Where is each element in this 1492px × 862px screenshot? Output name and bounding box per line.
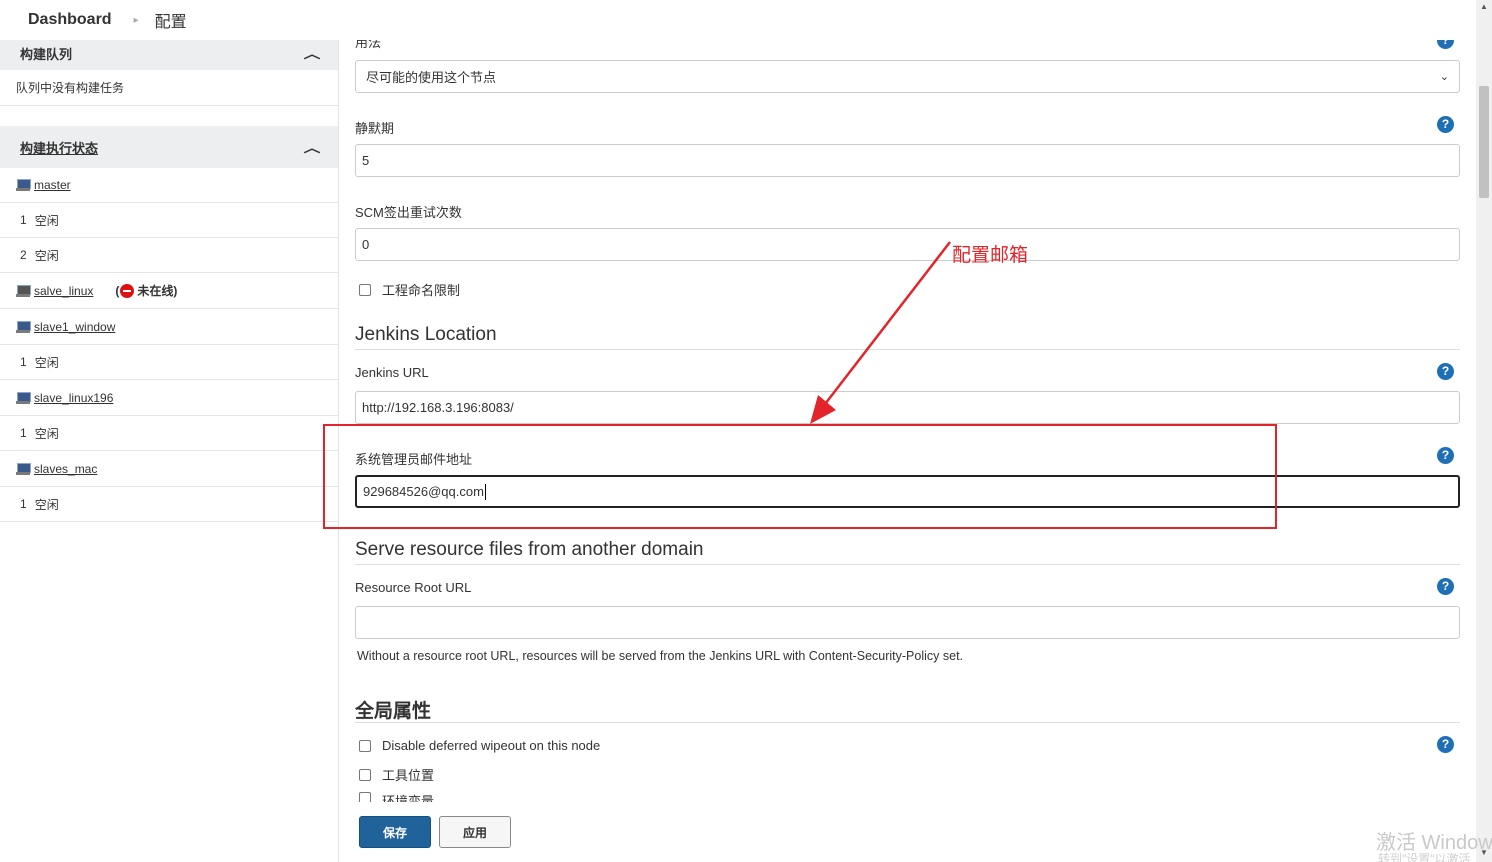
executor-status-header[interactable]: 构建执行状态 ︿: [0, 126, 338, 168]
quiet-period-label: 静默期: [355, 121, 395, 136]
page-scrollbar[interactable]: ▲ ▼: [1476, 0, 1492, 862]
node-link-slave1-window[interactable]: slave1_window: [34, 320, 115, 334]
disable-deferred-wipeout-checkbox[interactable]: Disable deferred wipeout on this node: [359, 738, 600, 753]
help-icon[interactable]: ?: [1437, 116, 1454, 133]
computer-icon: [16, 320, 31, 333]
executor-status: 空闲: [34, 355, 59, 370]
offline-text: 未在线): [137, 284, 178, 298]
usage-select-value: 尽可能的使用这个节点: [366, 70, 497, 85]
save-button[interactable]: 保存: [359, 816, 431, 848]
resource-root-url-input[interactable]: [355, 606, 1460, 639]
build-queue-title: 构建队列: [20, 46, 73, 62]
project-naming-label: 工程命名限制: [382, 283, 461, 298]
computer-icon: [16, 391, 31, 404]
env-vars-checkbox[interactable]: 环境变量: [359, 790, 434, 802]
node-row: slave1_window: [0, 309, 338, 345]
executor-status: 空闲: [34, 213, 59, 228]
scroll-thumb[interactable]: [1479, 86, 1489, 198]
build-queue-empty-text: 队列中没有构建任务: [16, 81, 125, 95]
quiet-period-input[interactable]: 5: [355, 144, 1460, 177]
build-queue-header[interactable]: 构建队列 ︿: [0, 36, 338, 70]
annotation-label: 配置邮箱: [952, 245, 1029, 266]
jenkins-url-value: http://192.168.3.196:8083/: [362, 400, 514, 415]
usage-select[interactable]: 尽可能的使用这个节点 ⌄: [355, 60, 1460, 93]
computer-icon: [16, 462, 31, 475]
offline-badge: ( 未在线): [115, 282, 177, 299]
jenkins-url-input[interactable]: http://192.168.3.196:8083/: [355, 391, 1460, 424]
checkbox-icon[interactable]: [359, 768, 371, 781]
jenkins-location-title: Jenkins Location: [355, 324, 497, 345]
computer-icon: [16, 179, 31, 191]
executor-number: 1: [20, 355, 27, 369]
chevron-down-icon: ⌄: [1439, 71, 1449, 83]
scroll-up-arrow-icon[interactable]: ▲: [1480, 2, 1488, 11]
executor-status: 空闲: [34, 248, 59, 263]
global-properties-title: 全局属性: [355, 701, 432, 722]
executor-row: 1 空闲: [0, 345, 338, 380]
section-divider: [355, 349, 1460, 350]
resource-root-url-hint: Without a resource root URL, resources w…: [357, 649, 964, 663]
executor-status-title[interactable]: 构建执行状态: [20, 138, 98, 157]
executor-number: 2: [20, 248, 27, 262]
executor-number: 1: [20, 213, 27, 227]
node-row: slaves_mac: [0, 451, 338, 487]
help-icon[interactable]: ?: [1437, 578, 1454, 595]
resource-domain-title: Serve resource files from another domain: [355, 539, 704, 560]
jenkins-url-label: Jenkins URL: [355, 365, 429, 380]
breadcrumb-separator-icon: ▸: [133, 14, 139, 26]
node-link-master[interactable]: master: [34, 178, 71, 192]
annotation-highlight-box: [323, 424, 1277, 529]
help-icon[interactable]: ?: [1437, 447, 1454, 464]
apply-button[interactable]: 应用: [439, 816, 511, 848]
help-icon[interactable]: ?: [1437, 363, 1454, 380]
executor-row: 1 空闲: [0, 487, 338, 522]
quiet-period-value: 5: [362, 153, 370, 168]
scm-retry-value: 0: [362, 237, 370, 252]
scm-retry-input[interactable]: 0: [355, 228, 1460, 261]
executor-number: 1: [20, 497, 27, 511]
executor-row: 2 空闲: [0, 238, 338, 273]
tool-locations-label: 工具位置: [382, 768, 435, 783]
build-queue-empty: 队列中没有构建任务: [0, 70, 338, 106]
executor-number: 1: [20, 426, 27, 440]
node-link-salve-linux[interactable]: salve_linux: [34, 284, 93, 298]
help-icon[interactable]: ?: [1437, 736, 1454, 753]
breadcrumb-current[interactable]: 配置: [155, 8, 187, 32]
breadcrumb-dashboard-link[interactable]: Dashboard: [28, 11, 112, 29]
checkbox-icon[interactable]: [359, 792, 371, 802]
breadcrumb: Dashboard ▸ 配置: [0, 0, 1476, 40]
project-naming-checkbox[interactable]: 工程命名限制: [359, 280, 460, 299]
tool-locations-checkbox[interactable]: 工具位置: [359, 765, 434, 784]
offline-paren: (: [115, 283, 120, 298]
resource-root-url-label: Resource Root URL: [355, 580, 472, 595]
computer-offline-icon: [16, 284, 31, 297]
collapse-chevron-icon[interactable]: ︿: [304, 139, 321, 156]
section-divider: [355, 722, 1460, 723]
section-divider: [355, 564, 1460, 565]
collapse-chevron-icon[interactable]: ︿: [304, 45, 321, 62]
node-row: salve_linux ( 未在线): [0, 273, 338, 309]
env-vars-label: 环境变量: [382, 794, 435, 802]
no-entry-icon: [120, 283, 135, 298]
node-link-slaves-mac[interactable]: slaves_mac: [34, 462, 97, 476]
scm-retry-label: SCM签出重试次数: [355, 205, 462, 220]
sidebar: 构建队列 ︿ 队列中没有构建任务 构建执行状态 ︿ master 1 空闲 2 …: [0, 36, 339, 862]
node-row: slave_linux196: [0, 380, 338, 416]
executor-row: 1 空闲: [0, 416, 338, 451]
node-row: master: [0, 168, 338, 203]
executor-status: 空闲: [34, 426, 59, 441]
windows-activation-subtext: 转到"设置"以激活: [1378, 852, 1471, 862]
checkbox-icon[interactable]: [359, 739, 371, 752]
checkbox-icon[interactable]: [359, 283, 371, 296]
executor-row: 1 空闲: [0, 203, 338, 238]
executor-status: 空闲: [34, 497, 59, 512]
disable-deferred-wipeout-label: Disable deferred wipeout on this node: [382, 738, 601, 753]
node-link-slave-linux196[interactable]: slave_linux196: [34, 391, 113, 405]
